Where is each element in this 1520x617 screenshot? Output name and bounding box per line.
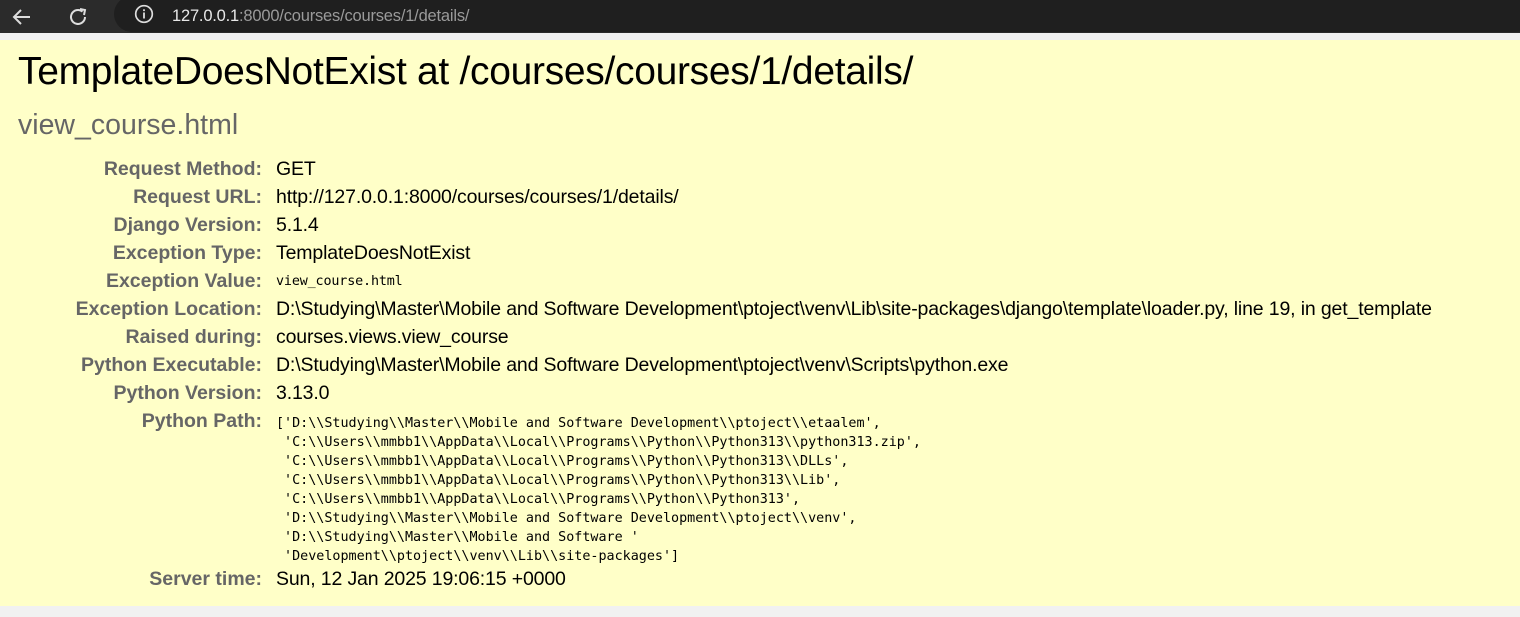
- server-time-label: Server time:: [149, 568, 262, 590]
- meta-row-raised-during: Raised during: courses.views.view_course: [0, 324, 1520, 352]
- error-page: TemplateDoesNotExist at /courses/courses…: [0, 40, 1520, 606]
- exception-value-value: view_course.html: [276, 274, 403, 289]
- django-version-label: Django Version:: [113, 214, 262, 236]
- python-version-value: 3.13.0: [276, 382, 330, 404]
- meta-row-exception-type: Exception Type: TemplateDoesNotExist: [0, 240, 1520, 268]
- request-meta-table: Request Method: GET Request URL: http://…: [0, 156, 1520, 594]
- exception-location-label: Exception Location:: [75, 298, 262, 320]
- url-host: 127.0.0.1: [172, 6, 240, 25]
- meta-row-exception-location: Exception Location: D:\Studying\Master\M…: [0, 296, 1520, 324]
- meta-row-django-version: Django Version: 5.1.4: [0, 212, 1520, 240]
- address-bar[interactable]: 127.0.0.1:8000/courses/courses/1/details…: [114, 0, 1520, 32]
- meta-row-python-executable: Python Executable: D:\Studying\Master\Mo…: [0, 352, 1520, 380]
- meta-row-python-path: Python Path: ['D:\\Studying\\Master\\Mob…: [0, 408, 1520, 566]
- python-executable-value: D:\Studying\Master\Mobile and Software D…: [276, 354, 1009, 376]
- meta-row-exception-value: Exception Value: view_course.html: [0, 268, 1520, 296]
- browser-toolbar: 127.0.0.1:8000/courses/courses/1/details…: [0, 0, 1520, 33]
- request-url-value: http://127.0.0.1:8000/courses/courses/1/…: [276, 186, 679, 208]
- url-text[interactable]: 127.0.0.1:8000/courses/courses/1/details…: [172, 7, 469, 26]
- exception-type-label: Exception Type:: [112, 242, 262, 264]
- server-time-value: Sun, 12 Jan 2025 19:06:15 +0000: [276, 568, 566, 590]
- exception-location-value: D:\Studying\Master\Mobile and Software D…: [276, 298, 1432, 320]
- url-path: :8000/courses/courses/1/details/: [239, 6, 470, 25]
- reload-icon: [70, 7, 87, 25]
- reload-button[interactable]: [60, 0, 96, 33]
- exception-value-label: Exception Value:: [105, 270, 262, 292]
- raised-during-value: courses.views.view_course: [276, 326, 509, 348]
- python-path-value: ['D:\\Studying\\Master\\Mobile and Softw…: [276, 416, 921, 564]
- exception-type-value: TemplateDoesNotExist: [276, 242, 471, 264]
- meta-row-python-version: Python Version: 3.13.0: [0, 380, 1520, 408]
- meta-row-server-time: Server time: Sun, 12 Jan 2025 19:06:15 +…: [0, 566, 1520, 594]
- site-info-button[interactable]: [132, 2, 156, 26]
- django-version-value: 5.1.4: [276, 214, 319, 236]
- arrow-left-icon: [12, 8, 30, 25]
- info-circle-icon: [134, 4, 154, 24]
- back-button[interactable]: [4, 0, 40, 33]
- request-method-value: GET: [276, 158, 316, 180]
- raised-during-label: Raised during:: [125, 326, 262, 348]
- request-url-label: Request URL:: [133, 186, 262, 208]
- exception-value-heading: view_course.html: [18, 109, 239, 141]
- python-path-label: Python Path:: [141, 410, 262, 432]
- meta-row-request-method: Request Method: GET: [0, 156, 1520, 184]
- request-method-label: Request Method:: [103, 158, 262, 180]
- python-executable-label: Python Executable:: [81, 354, 262, 376]
- meta-row-request-url: Request URL: http://127.0.0.1:8000/cours…: [0, 184, 1520, 212]
- page-title: TemplateDoesNotExist at /courses/courses…: [18, 50, 914, 93]
- python-version-label: Python Version:: [113, 382, 262, 404]
- page-bottom-strip: [0, 606, 1520, 617]
